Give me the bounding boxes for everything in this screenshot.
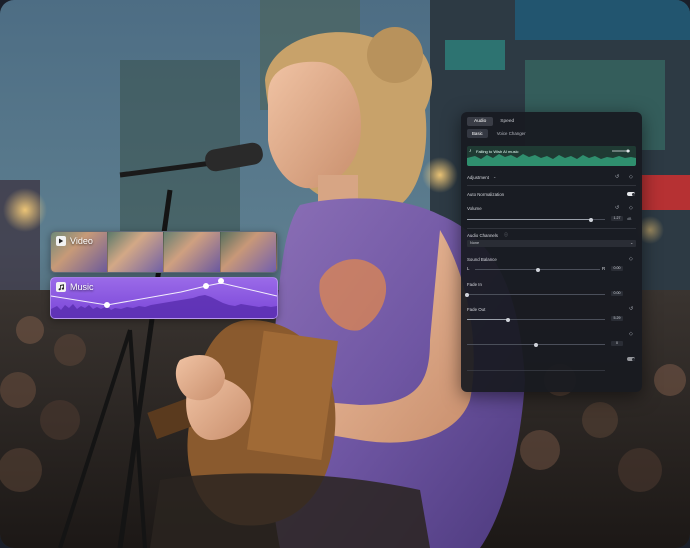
fade-in-slider[interactable] <box>465 292 605 297</box>
fade-in-knob[interactable] <box>465 292 469 297</box>
pitch-slider[interactable] <box>467 342 605 347</box>
keyframe-icon[interactable]: ◇ <box>629 331 633 337</box>
balance-right-label: R <box>602 266 606 271</box>
keyframe-icon[interactable]: ◇ <box>629 205 633 211</box>
video-thumbnail <box>107 232 164 272</box>
audio-properties-panel: Audio Speed Basic Voice Changer ♪ Fallin… <box>461 112 642 392</box>
video-track-label: Video <box>70 236 93 246</box>
keyframe-point <box>104 302 110 308</box>
panel-tabs: Audio Speed <box>467 117 521 126</box>
chevron-down-icon: ⌄ <box>493 174 497 179</box>
auto-normalization-label: Auto Normalization <box>467 191 505 197</box>
volume-unit: dB <box>627 217 632 221</box>
pitch-knob[interactable] <box>534 342 538 347</box>
fade-in-label: Fade In <box>467 281 482 287</box>
pitch-row: ◇ <box>467 330 636 338</box>
divider <box>467 228 636 229</box>
video-thumbnail <box>164 232 221 272</box>
clip-name: Falling to Wish AI music <box>476 149 519 154</box>
fade-in-value[interactable]: 0.00 <box>611 291 623 296</box>
keyframe-icon[interactable]: ◇ <box>629 256 633 262</box>
sound-balance-slider[interactable] <box>475 267 600 272</box>
music-track[interactable]: Music <box>50 277 278 319</box>
info-icon: ⓘ <box>504 232 508 237</box>
fade-in-row: Fade In <box>467 280 636 288</box>
fade-out-value[interactable]: 5.29 <box>611 316 623 321</box>
adjustment-header[interactable]: Adjustment ⌄ ↺ ◇ <box>467 173 636 181</box>
keyframe-point <box>218 278 224 284</box>
video-track[interactable]: Video <box>50 231 278 273</box>
extra-toggle[interactable] <box>627 357 635 361</box>
audio-clip-preview[interactable]: ♪ Falling to Wish AI music <box>467 146 636 166</box>
music-note-icon <box>56 282 66 292</box>
adjustment-label: Adjustment <box>467 174 489 180</box>
panel-subtabs: Basic Voice Changer <box>467 129 531 138</box>
subtab-voice-changer[interactable]: Voice Changer <box>492 129 531 138</box>
video-thumbnail <box>220 232 277 272</box>
fade-out-row: Fade Out ↺ <box>467 305 636 313</box>
tab-speed[interactable]: Speed <box>493 117 521 126</box>
extra-slider[interactable] <box>467 370 605 371</box>
auto-normalization-toggle[interactable] <box>627 192 635 196</box>
reset-icon[interactable]: ↺ <box>615 205 619 211</box>
volume-slider-knob[interactable] <box>589 217 594 222</box>
audio-clip-icon: ♪ <box>469 148 472 154</box>
sound-balance-value[interactable]: 0.00 <box>611 266 623 271</box>
tab-audio[interactable]: Audio <box>467 117 494 126</box>
music-track-label: Music <box>70 282 94 292</box>
reset-icon[interactable]: ↺ <box>629 306 633 312</box>
volume-label: Volume <box>467 205 482 211</box>
sound-balance-label: Sound Balance <box>467 256 497 262</box>
audio-channels-row: Audio Channels ⓘ <box>467 231 636 239</box>
subtab-basic[interactable]: Basic <box>467 129 488 138</box>
sound-balance-row: Sound Balance ◇ <box>467 255 636 263</box>
fade-out-knob[interactable] <box>506 317 511 322</box>
auto-normalization-row: Auto Normalization <box>467 190 636 198</box>
volume-row: Volume ↺ ◇ <box>467 204 636 212</box>
keyframe-point <box>203 283 209 289</box>
extra-toggle-row <box>467 355 636 363</box>
chevron-down-icon: ⌄ <box>630 240 634 245</box>
audio-channels-select[interactable]: None ⌄ <box>467 240 636 247</box>
reset-icon[interactable]: ↺ <box>615 174 619 180</box>
keyframe-icon[interactable]: ◇ <box>629 174 633 180</box>
play-icon <box>56 236 66 246</box>
balance-left-label: L <box>467 266 470 271</box>
audio-channels-selected: None <box>470 241 480 245</box>
fade-out-label: Fade Out <box>467 306 486 312</box>
pitch-value[interactable]: 0 <box>611 341 623 346</box>
divider <box>467 185 636 186</box>
volume-value[interactable]: 1.27 <box>611 216 623 221</box>
sound-balance-knob[interactable] <box>535 267 540 272</box>
audio-channels-label: Audio Channels <box>467 232 499 238</box>
fade-out-slider[interactable] <box>467 317 605 322</box>
volume-slider[interactable] <box>467 217 605 222</box>
